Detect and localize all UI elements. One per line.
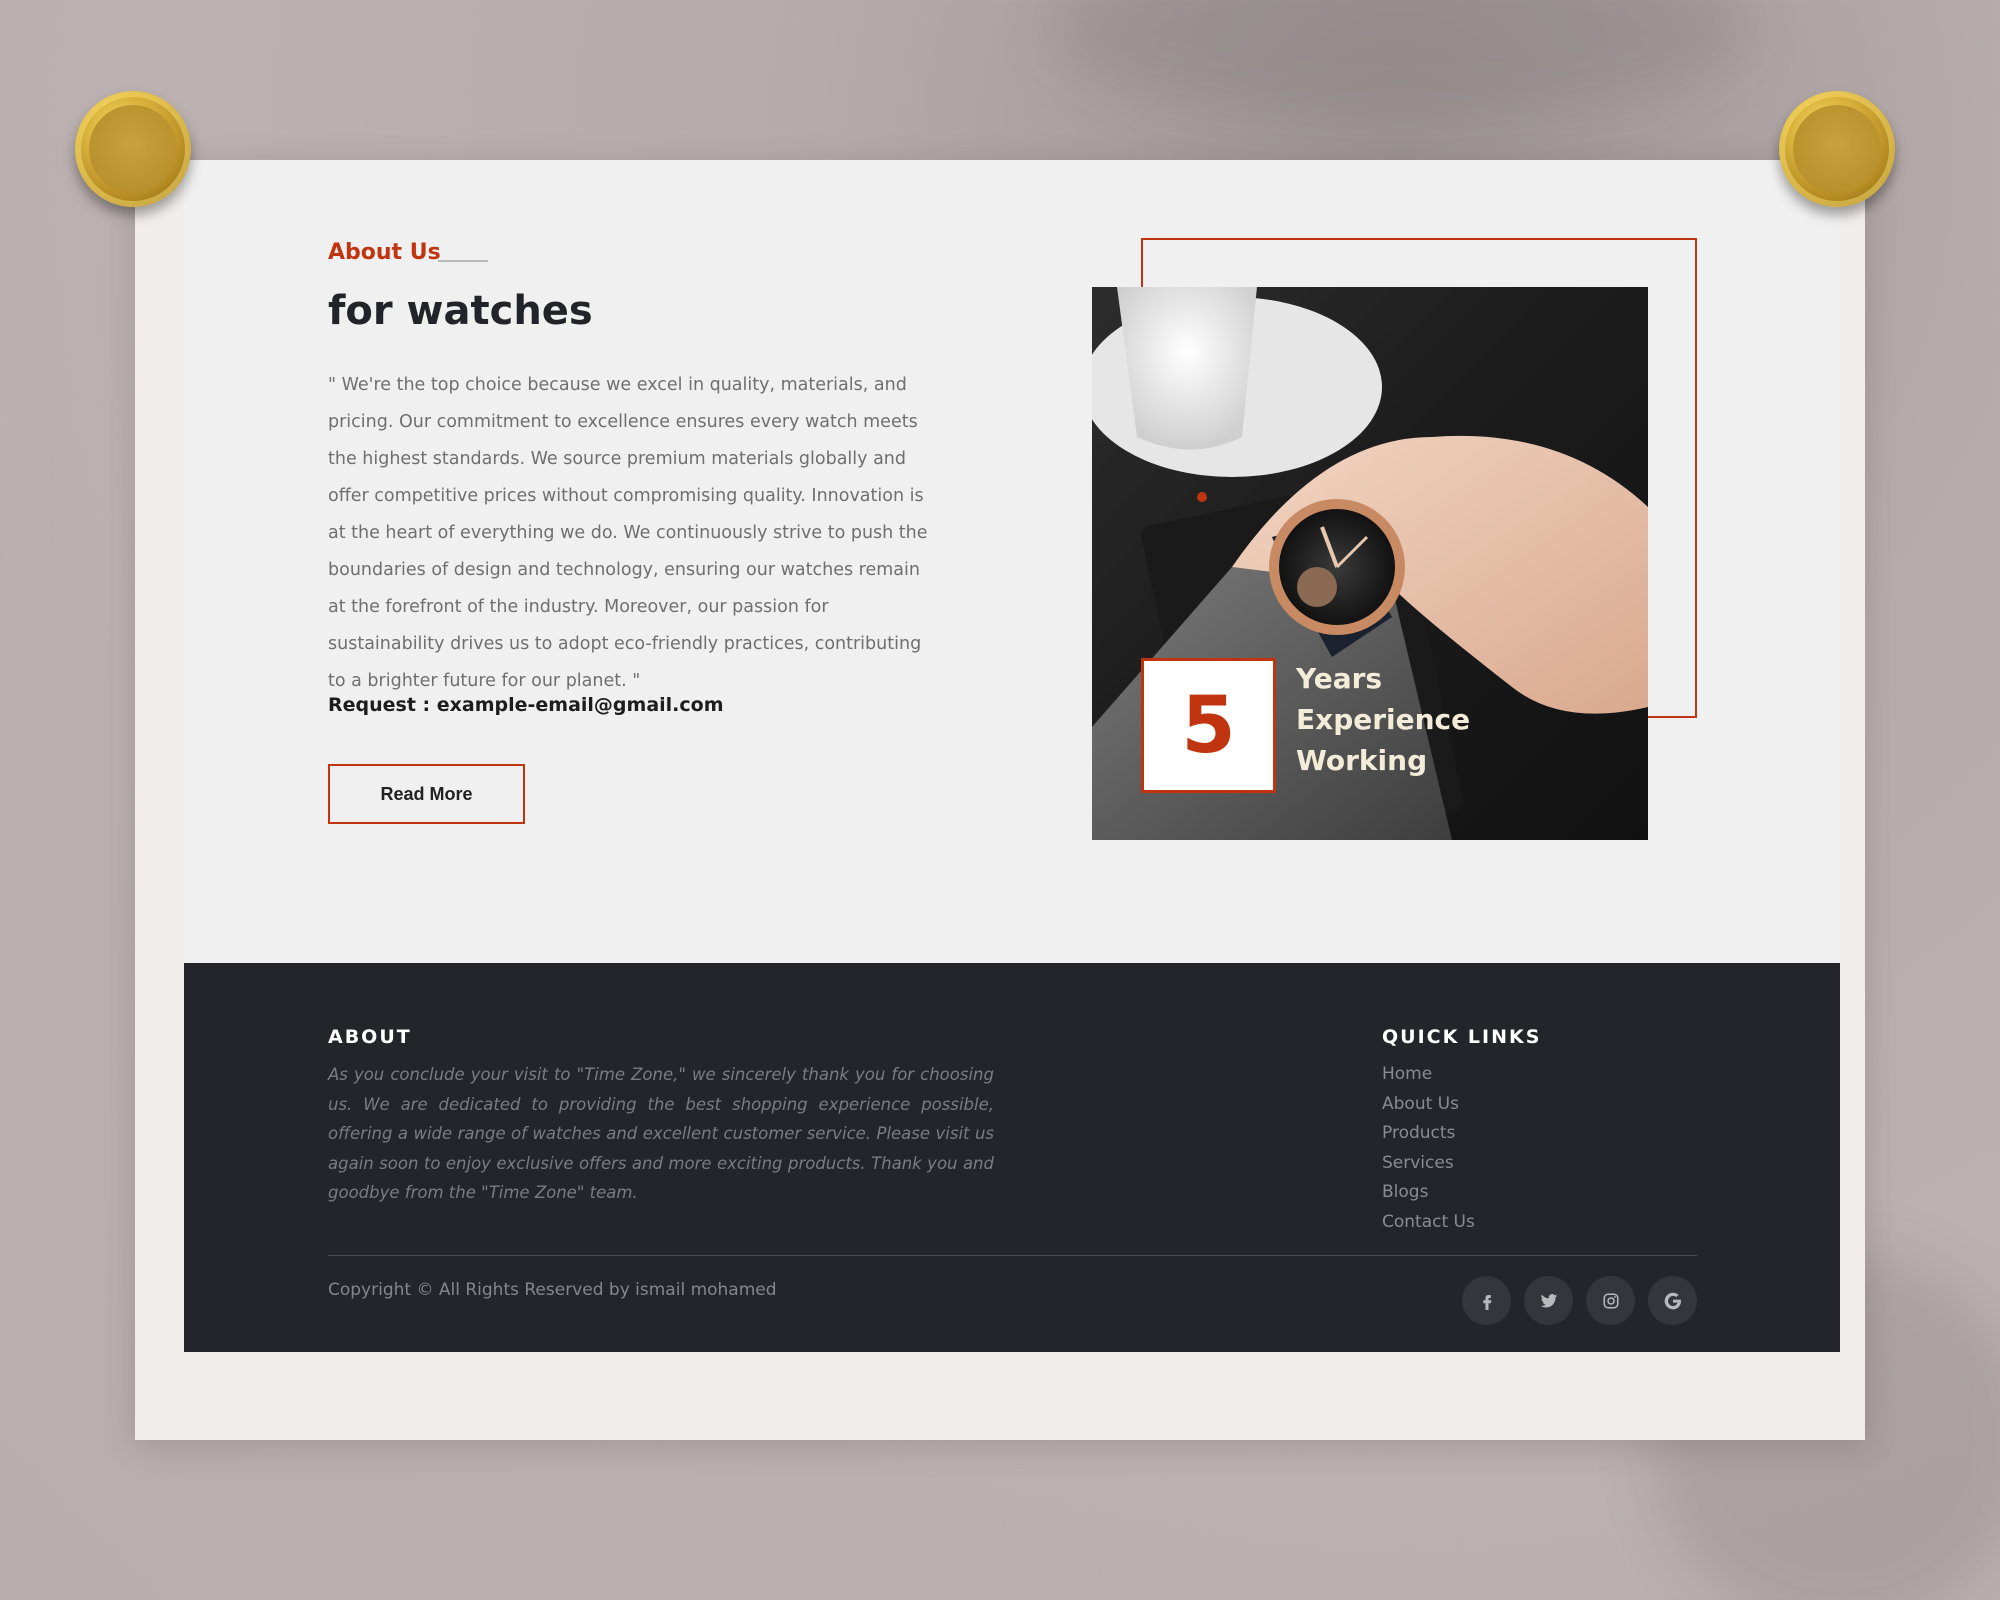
quick-links-heading: QUICK LINKS xyxy=(1382,1026,1542,1048)
experience-text: Years Experience Working xyxy=(1296,658,1470,781)
request-email: Request : example-email@gmail.com xyxy=(328,694,724,716)
page-title: for watches xyxy=(328,288,593,334)
footer: ABOUT As you conclude your visit to "Tim… xyxy=(184,963,1840,1352)
footer-about-heading: ABOUT xyxy=(328,1026,412,1048)
twitter-icon[interactable] xyxy=(1524,1276,1573,1325)
footer-about-text: As you conclude your visit to "Time Zone… xyxy=(328,1065,994,1202)
quick-links-list: Home About Us Products Services Blogs Co… xyxy=(1382,1060,1475,1237)
about-page: About Us for watches " We're the top cho… xyxy=(184,160,1840,1352)
experience-line: Working xyxy=(1296,744,1428,777)
quick-link-services[interactable]: Services xyxy=(1382,1149,1475,1179)
about-description: " We're the top choice because we excel … xyxy=(328,375,928,691)
quick-link-blogs[interactable]: Blogs xyxy=(1382,1178,1475,1208)
experience-number: 5 xyxy=(1141,658,1276,793)
pin-right xyxy=(1779,91,1895,207)
instagram-icon[interactable] xyxy=(1586,1276,1635,1325)
facebook-icon[interactable] xyxy=(1462,1276,1511,1325)
quick-link-products[interactable]: Products xyxy=(1382,1119,1475,1149)
copyright-text: Copyright © All Rights Reserved by ismai… xyxy=(328,1280,777,1300)
footer-divider xyxy=(328,1255,1697,1256)
quick-link-home[interactable]: Home xyxy=(1382,1060,1475,1090)
quick-link-contact-us[interactable]: Contact Us xyxy=(1382,1208,1475,1238)
read-more-button[interactable]: Read More xyxy=(328,764,525,824)
experience-line: Years xyxy=(1296,662,1383,695)
experience-line: Experience xyxy=(1296,703,1471,736)
google-icon[interactable] xyxy=(1648,1276,1697,1325)
section-label-underline xyxy=(438,260,488,262)
pin-left xyxy=(75,91,191,207)
quick-link-about-us[interactable]: About Us xyxy=(1382,1090,1475,1120)
section-label: About Us xyxy=(328,240,441,265)
background-shadow xyxy=(1050,0,1750,120)
